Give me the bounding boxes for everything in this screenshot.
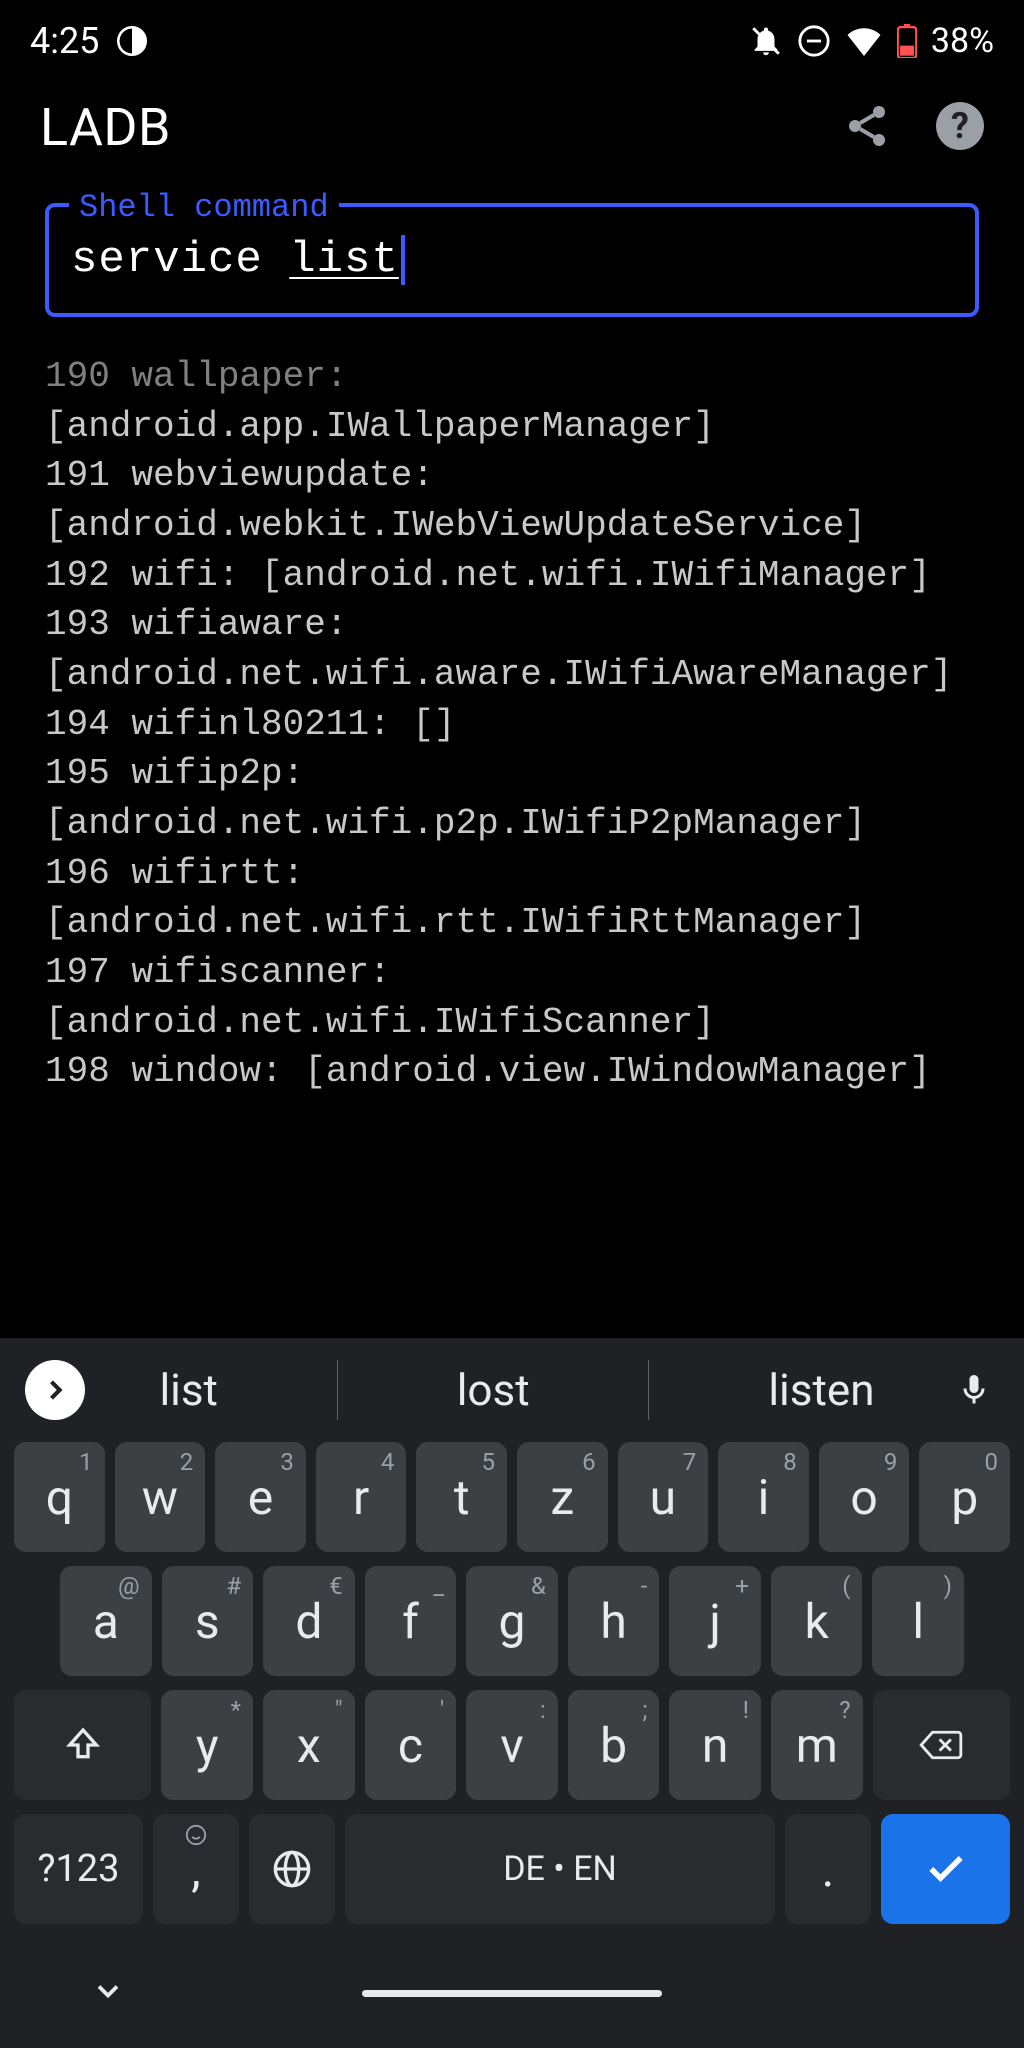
terminal-line: [android.net.wifi.p2p.IWifiP2pManager]	[45, 799, 979, 849]
hide-keyboard-button[interactable]	[90, 1973, 126, 2013]
enter-key[interactable]	[881, 1814, 1010, 1924]
key-f[interactable]: f_	[365, 1566, 457, 1676]
key-p[interactable]: p0	[919, 1442, 1010, 1552]
terminal-line: 190 wallpaper:	[45, 352, 979, 402]
terminal-line: 193 wifiaware:	[45, 600, 979, 650]
space-key[interactable]: DE • EN	[345, 1814, 775, 1924]
shift-key[interactable]	[14, 1690, 151, 1800]
key-j[interactable]: j+	[669, 1566, 761, 1676]
key-z[interactable]: z6	[517, 1442, 608, 1552]
shell-command-field[interactable]: Shell command service list	[45, 203, 979, 317]
terminal-line: 194 wifinl80211: []	[45, 700, 979, 750]
key-g[interactable]: g&	[466, 1566, 558, 1676]
terminal-line: 197 wifiscanner:	[45, 948, 979, 998]
key-q[interactable]: q1	[14, 1442, 105, 1552]
symbols-key[interactable]: ?123	[14, 1814, 143, 1924]
key-b[interactable]: b;	[568, 1690, 660, 1800]
key-w[interactable]: w2	[115, 1442, 206, 1552]
terminal-line: [android.net.wifi.IWifiScanner]	[45, 998, 979, 1048]
key-m[interactable]: m?	[771, 1690, 863, 1800]
key-c[interactable]: c'	[365, 1690, 457, 1800]
backspace-key[interactable]	[873, 1690, 1010, 1800]
key-t[interactable]: t5	[416, 1442, 507, 1552]
app-title: LADB	[40, 97, 171, 158]
terminal-line: 198 window: [android.view.IWindowManager…	[45, 1047, 979, 1097]
app-notification-icon	[117, 26, 147, 56]
terminal-line: [android.webkit.IWebViewUpdateService]	[45, 501, 979, 551]
terminal-line: 196 wifirtt:	[45, 849, 979, 899]
key-k[interactable]: k(	[771, 1566, 863, 1676]
voice-input-button[interactable]	[949, 1372, 999, 1408]
key-v[interactable]: v:	[466, 1690, 558, 1800]
key-a[interactable]: a@	[60, 1566, 152, 1676]
key-i[interactable]: i8	[718, 1442, 809, 1552]
gesture-handle[interactable]	[362, 1990, 662, 1997]
key-s[interactable]: s#	[162, 1566, 254, 1676]
do-not-disturb-icon	[797, 24, 831, 58]
terminal-line: 195 wifip2p:	[45, 749, 979, 799]
suggestion-list[interactable]: list	[129, 1364, 248, 1416]
app-bar: LADB ?	[0, 72, 1024, 193]
svg-text:?: ?	[951, 105, 969, 147]
expand-suggestions-button[interactable]	[25, 1360, 85, 1420]
key-d[interactable]: d€	[263, 1566, 355, 1676]
language-key[interactable]	[249, 1814, 335, 1924]
key-e[interactable]: e3	[215, 1442, 306, 1552]
suggestion-listen[interactable]: listen	[738, 1364, 904, 1416]
status-bar: 4:25 38%	[0, 0, 1024, 72]
terminal-line: 191 webviewupdate:	[45, 451, 979, 501]
wifi-icon	[845, 26, 883, 56]
share-button[interactable]	[843, 102, 891, 154]
terminal-line: [android.net.wifi.rtt.IWifiRttManager]	[45, 898, 979, 948]
comma-key[interactable]: ,	[153, 1814, 239, 1924]
alarm-off-icon	[749, 24, 783, 58]
key-r[interactable]: r4	[316, 1442, 407, 1552]
clock-text: 4:25	[30, 20, 99, 62]
help-button[interactable]: ?	[936, 102, 984, 154]
key-l[interactable]: l)	[872, 1566, 964, 1676]
terminal-line: [android.app.IWallpaperManager]	[45, 402, 979, 452]
text-cursor	[401, 235, 405, 285]
terminal-output[interactable]: 190 wallpaper:[android.app.IWallpaperMan…	[0, 342, 1024, 1338]
key-y[interactable]: y*	[161, 1690, 253, 1800]
navigation-bar	[0, 1938, 1024, 2048]
key-x[interactable]: x"	[263, 1690, 355, 1800]
battery-icon	[897, 24, 917, 58]
suggestion-lost[interactable]: lost	[427, 1364, 560, 1416]
shell-command-input[interactable]: service list	[71, 235, 953, 285]
battery-text: 38%	[931, 21, 994, 61]
shell-command-label: Shell command	[69, 189, 339, 226]
period-key[interactable]: .	[785, 1814, 871, 1924]
terminal-line: [android.net.wifi.aware.IWifiAwareManage…	[45, 650, 979, 700]
key-n[interactable]: n!	[669, 1690, 761, 1800]
terminal-line: 192 wifi: [android.net.wifi.IWifiManager…	[45, 551, 979, 601]
soft-keyboard: list lost listen q1w2e3r4t5z6u7i8o9p0 a@s#…	[0, 1338, 1024, 2048]
key-o[interactable]: o9	[819, 1442, 910, 1552]
key-u[interactable]: u7	[618, 1442, 709, 1552]
key-h[interactable]: h-	[568, 1566, 660, 1676]
